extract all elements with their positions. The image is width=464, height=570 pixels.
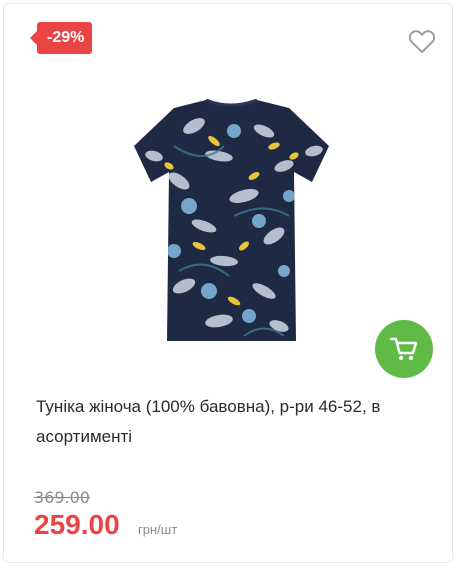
product-title[interactable]: Туніка жіноча (100% бавовна), р-ри 46-52… bbox=[36, 392, 431, 452]
heart-outline-icon[interactable] bbox=[408, 28, 436, 54]
discount-badge: -29% bbox=[29, 22, 93, 54]
product-card[interactable]: -29% Туніка жіноча (100% бавовна), р-ри … bbox=[3, 3, 453, 563]
price-unit: грн/шт bbox=[138, 522, 178, 537]
old-price: 369.00 bbox=[34, 488, 90, 507]
add-to-cart-button[interactable] bbox=[375, 320, 433, 378]
current-price: 259.00 bbox=[34, 509, 120, 540]
shopping-cart-icon bbox=[389, 337, 418, 361]
product-image[interactable] bbox=[124, 86, 339, 356]
